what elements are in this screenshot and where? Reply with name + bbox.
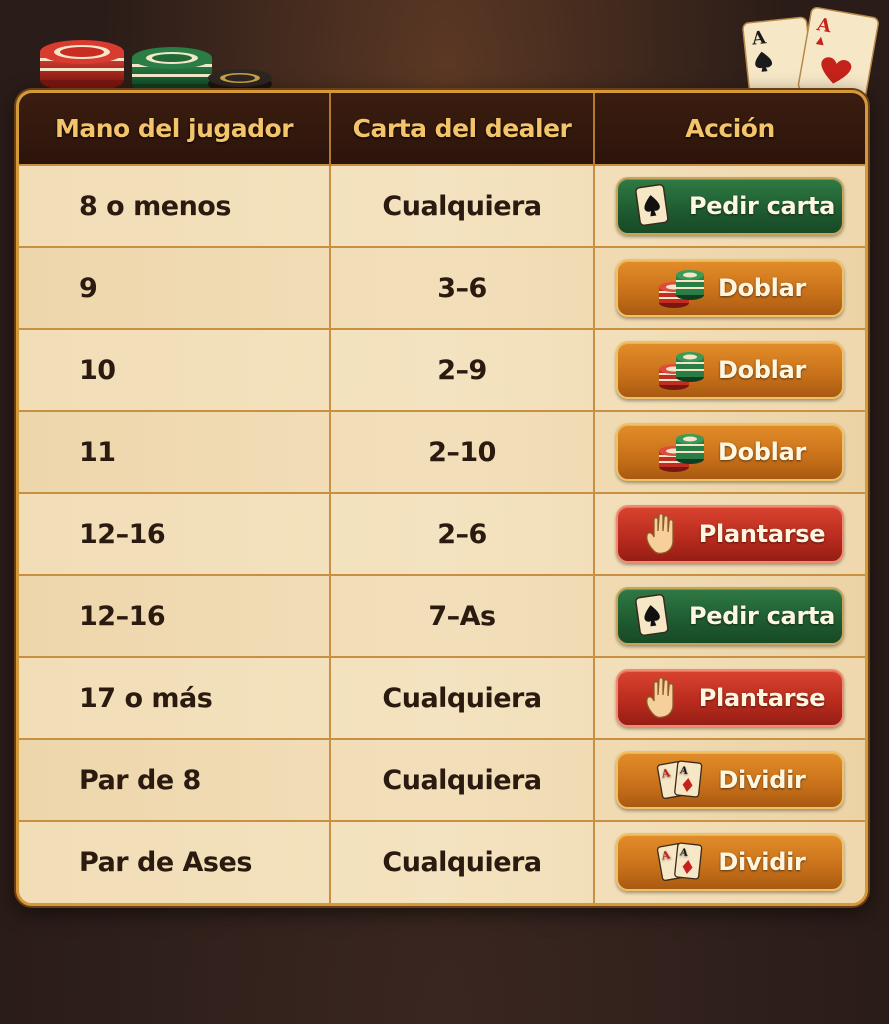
ace-cards-icon: A A bbox=[738, 6, 888, 104]
split-button[interactable]: A A Dividir bbox=[616, 833, 844, 891]
player-hand-cell: 11 bbox=[19, 410, 331, 493]
action-label: Dividir bbox=[718, 848, 806, 876]
double-button[interactable]: Doblar bbox=[616, 422, 844, 481]
hand-icon bbox=[635, 675, 689, 721]
action-cell: A A Dividir bbox=[594, 738, 865, 821]
player-hand-cell: 8 o menos bbox=[19, 164, 331, 247]
dealer-card-cell: Cualquiera bbox=[330, 820, 595, 903]
table-row: 10 2–9 Doblar bbox=[19, 328, 865, 411]
action-label: Pedir carta bbox=[688, 191, 836, 220]
table-header-row: Mano del jugador Carta del dealer Acción bbox=[19, 93, 865, 165]
table-row: 8 o menos Cualquiera Pedir carta bbox=[19, 164, 865, 247]
header-dealer-card: Carta del dealer bbox=[330, 93, 595, 165]
table-row: 11 2–10 Doblar bbox=[19, 410, 865, 493]
action-cell: Doblar bbox=[594, 246, 865, 329]
action-cell: Pedir carta bbox=[594, 164, 865, 247]
dealer-card-cell: Cualquiera bbox=[330, 738, 595, 821]
action-label: Doblar bbox=[717, 437, 807, 466]
dealer-card-cell: 2–10 bbox=[330, 410, 595, 493]
split-button[interactable]: A A Dividir bbox=[616, 750, 844, 809]
player-hand-cell: 12–16 bbox=[19, 492, 331, 575]
two-cards-icon: AA bbox=[654, 839, 708, 885]
stand-button[interactable]: Plantarse bbox=[616, 504, 844, 563]
poker-chips-icon bbox=[34, 22, 284, 100]
player-hand-cell: 17 o más bbox=[19, 656, 331, 739]
action-label: Doblar bbox=[717, 355, 807, 384]
action-label: Doblar bbox=[717, 273, 807, 302]
stand-button[interactable]: Plantarse bbox=[616, 668, 844, 727]
table-row: 9 3–6 Doblar bbox=[19, 246, 865, 329]
chips-icon bbox=[654, 347, 708, 393]
header-player-hand: Mano del jugador bbox=[19, 93, 331, 165]
two-cards-icon: AA bbox=[654, 757, 708, 803]
blackjack-strategy-table: Mano del jugador Carta del dealer Acción… bbox=[19, 93, 865, 903]
table-row: 12–16 2–6 Plantarse bbox=[19, 492, 865, 575]
player-hand-cell: 9 bbox=[19, 246, 331, 329]
svg-text:A: A bbox=[679, 847, 689, 859]
action-cell: A A Dividir bbox=[594, 820, 865, 903]
svg-text:A: A bbox=[679, 765, 689, 777]
table-row: 17 o más Cualquiera Plantarse bbox=[19, 656, 865, 739]
table-row: Par de Ases Cualquiera A A Dividir bbox=[19, 820, 865, 903]
player-hand-cell: 12–16 bbox=[19, 574, 331, 657]
chips-icon bbox=[654, 429, 708, 475]
dealer-card-cell: 3–6 bbox=[330, 246, 595, 329]
spade-card-icon bbox=[625, 183, 679, 229]
action-label: Plantarse bbox=[698, 519, 826, 548]
action-label: Dividir bbox=[718, 765, 806, 794]
dealer-card-cell: 2–9 bbox=[330, 328, 595, 411]
action-label: Plantarse bbox=[698, 683, 826, 712]
header-action: Acción bbox=[685, 114, 775, 143]
strategy-table: Mano del jugador Carta del dealer Acción… bbox=[16, 90, 868, 906]
dealer-card-cell: Cualquiera bbox=[330, 164, 595, 247]
action-cell: Plantarse bbox=[594, 492, 865, 575]
player-hand-cell: 10 bbox=[19, 328, 331, 411]
dealer-card-cell: 7–As bbox=[330, 574, 595, 657]
dealer-card-cell: Cualquiera bbox=[330, 656, 595, 739]
table-row: Par de 8 Cualquiera A A Dividir bbox=[19, 738, 865, 821]
player-hand-cell: Par de 8 bbox=[19, 738, 331, 821]
action-cell: Doblar bbox=[594, 410, 865, 493]
action-cell: Pedir carta bbox=[594, 574, 865, 657]
player-hand-cell: Par de Ases bbox=[19, 820, 331, 903]
action-cell: Doblar bbox=[594, 328, 865, 411]
action-label: Pedir carta bbox=[688, 601, 836, 630]
hit-button[interactable]: Pedir carta bbox=[616, 586, 844, 645]
spade-card-icon bbox=[625, 593, 679, 639]
double-button[interactable]: Doblar bbox=[616, 340, 844, 399]
chips-icon bbox=[654, 265, 708, 311]
double-button[interactable]: Doblar bbox=[616, 258, 844, 317]
dealer-card-cell: 2–6 bbox=[330, 492, 595, 575]
action-cell: Plantarse bbox=[594, 656, 865, 739]
hand-icon bbox=[635, 511, 689, 557]
table-row: 12–16 7–As Pedir carta bbox=[19, 574, 865, 657]
hit-button[interactable]: Pedir carta bbox=[616, 176, 844, 235]
